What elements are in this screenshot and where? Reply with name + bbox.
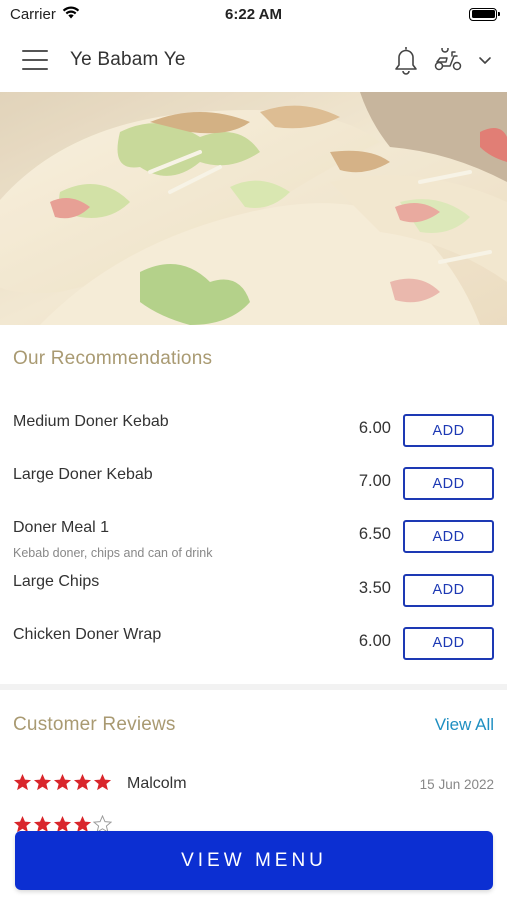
- menu-item-name: Medium Doner Kebab: [13, 413, 169, 430]
- menu-item: Medium Doner Kebab 6.00 ADD: [0, 403, 507, 456]
- wifi-icon: [62, 6, 80, 23]
- star-icon: [73, 773, 92, 791]
- menu-item-description: Kebab doner, chips and can of drink: [13, 546, 213, 561]
- app-header: Ye Babam Ye: [0, 28, 507, 92]
- reviewer-name: Malcolm: [127, 775, 187, 792]
- menu-item: Chicken Doner Wrap 6.00 ADD: [0, 616, 507, 669]
- add-button[interactable]: ADD: [403, 573, 494, 607]
- status-right: [337, 7, 500, 21]
- menu-item-price: 6.00: [358, 419, 391, 437]
- review-item: Malcolm 15 Jun 2022: [13, 773, 494, 799]
- recommendations-title: Our Recommendations: [13, 348, 213, 369]
- menu-item-name: Doner Meal 1: [13, 519, 110, 537]
- battery-icon: [469, 7, 500, 21]
- menu-item-price: 6.00: [358, 631, 391, 650]
- hero-food-image: [0, 92, 507, 325]
- star-icon: [33, 773, 52, 791]
- star-icon: [53, 773, 72, 791]
- bell-icon[interactable]: [393, 45, 419, 75]
- view-menu-button[interactable]: VIEW MENU: [15, 831, 493, 890]
- recommendations-list: Medium Doner Kebab 6.00 ADD Large Doner …: [0, 403, 507, 669]
- menu-item-name: Large Doner Kebab: [13, 466, 153, 484]
- status-time: 6:22 AM: [225, 5, 282, 23]
- add-button[interactable]: ADD: [403, 626, 494, 660]
- menu-item-name: Chicken Doner Wrap: [13, 625, 162, 643]
- header-actions: [393, 45, 493, 75]
- add-button[interactable]: ADD: [403, 520, 494, 554]
- review-date: 15 Jun 2022: [419, 777, 494, 792]
- reviews-title: Customer Reviews: [13, 714, 176, 735]
- menu-icon[interactable]: [22, 50, 48, 70]
- add-button[interactable]: ADD: [403, 467, 494, 501]
- menu-item-price: 7.00: [358, 472, 391, 491]
- carrier-label: Carrier: [10, 5, 56, 23]
- menu-item-price: 6.50: [358, 525, 391, 544]
- menu-item: Large Chips 3.50 ADD: [0, 563, 507, 616]
- menu-item-name: Large Chips: [13, 572, 100, 590]
- menu-item: Large Doner Kebab 7.00 ADD: [0, 456, 507, 509]
- restaurant-title: Ye Babam Ye: [70, 49, 186, 70]
- star-icon: [13, 773, 32, 791]
- view-all-link[interactable]: View All: [435, 715, 494, 735]
- star-rating: [13, 773, 112, 792]
- scooter-icon[interactable]: [433, 48, 463, 72]
- star-icon: [93, 773, 112, 791]
- status-bar: Carrier 6:22 AM: [0, 0, 507, 28]
- chevron-down-icon[interactable]: [477, 54, 493, 66]
- menu-item-price: 3.50: [358, 578, 391, 597]
- menu-item: Doner Meal 1 Kebab doner, chips and can …: [0, 509, 507, 562]
- add-button[interactable]: ADD: [403, 414, 494, 447]
- status-left: Carrier: [10, 6, 170, 23]
- section-divider: [0, 684, 507, 690]
